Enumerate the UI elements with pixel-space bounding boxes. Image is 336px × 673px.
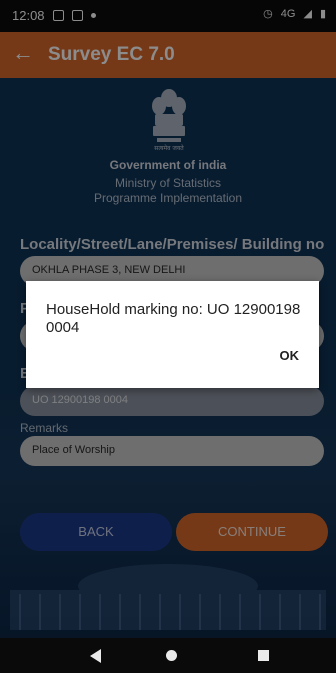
nav-back-icon[interactable]	[90, 649, 101, 663]
nav-recents-icon[interactable]	[258, 650, 269, 661]
nav-home-icon[interactable]	[166, 650, 177, 661]
household-dialog: HouseHold marking no: UO 12900198 0004 O…	[26, 281, 319, 388]
navigation-bar	[0, 638, 336, 673]
dialog-message: HouseHold marking no: UO 12900198 0004	[46, 301, 301, 336]
ok-button[interactable]: OK	[280, 348, 300, 363]
